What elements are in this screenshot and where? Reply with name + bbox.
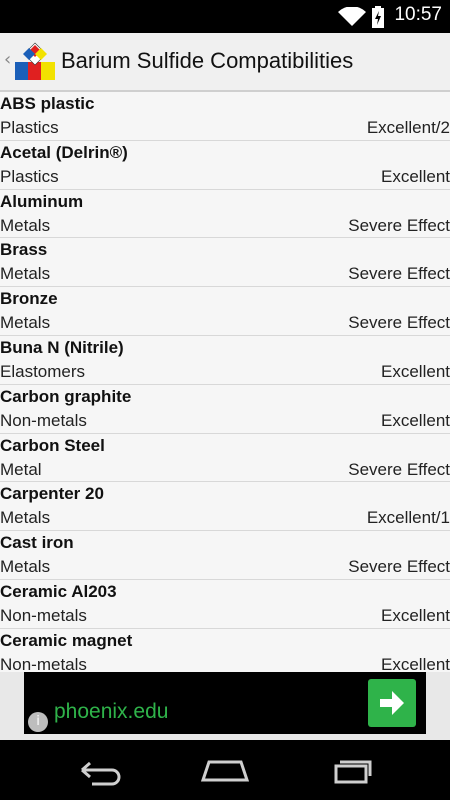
material-category: Metals <box>0 215 51 235</box>
compatibility-rating: Excellent <box>381 166 450 186</box>
nav-back-icon[interactable] <box>72 754 128 788</box>
list-item[interactable]: ABS plastic Plastics Excellent/2 <box>0 92 450 141</box>
compatibility-list[interactable]: ABS plastic Plastics Excellent/2 Acetal (De… <box>0 92 450 672</box>
material-category: Non-metals <box>0 410 87 430</box>
list-item[interactable]: Buna N (Nitrile) Elastomers Excellent <box>0 336 450 385</box>
material-name: ABS plastic <box>0 94 95 113</box>
material-name: Acetal (Delrin®) <box>0 142 128 162</box>
compatibility-rating: Excellent <box>381 361 450 381</box>
list-item[interactable]: Ceramic magnet Non-metals Excellent <box>0 629 450 672</box>
compatibility-rating: Severe Effect <box>348 215 450 235</box>
list-item[interactable]: Bronze Metals Severe Effect <box>0 287 450 336</box>
material-category: Elastomers <box>0 361 86 381</box>
material-category: Plastics <box>0 166 59 186</box>
back-chevron-icon[interactable]: ‹ <box>4 49 11 70</box>
material-category: Metals <box>0 264 51 284</box>
material-category: Plastics <box>0 118 59 137</box>
compatibility-rating: Excellent <box>381 410 450 430</box>
navigation-bar <box>0 740 450 800</box>
material-name: Bronze <box>0 289 58 309</box>
material-name: Carbon graphite <box>0 386 132 406</box>
material-category: Non-metals <box>0 605 87 625</box>
battery-charging-icon <box>372 6 384 28</box>
nav-home-icon[interactable] <box>197 754 253 788</box>
ad-info-icon[interactable]: i <box>28 712 48 732</box>
list-item[interactable]: Cast iron Metals Severe Effect <box>0 531 450 580</box>
status-bar: 10:57 <box>0 0 450 33</box>
nav-recents-icon[interactable] <box>322 754 378 788</box>
status-time: 10:57 <box>394 4 442 25</box>
list-item[interactable]: Carbon graphite Non-metals Excellent <box>0 385 450 434</box>
material-category: Metals <box>0 313 51 333</box>
list-item[interactable]: Acetal (Delrin®) Plastics Excellent <box>0 141 450 190</box>
hazard-diamond-app-icon[interactable] <box>15 42 55 82</box>
material-category: Non-metals <box>0 654 87 672</box>
material-name: Ceramic Al203 <box>0 581 117 601</box>
action-bar: ‹ Barium Sulfide Compatibilities <box>0 33 450 92</box>
compatibility-rating: Severe Effect <box>348 557 450 577</box>
material-name: Cast iron <box>0 533 74 553</box>
material-category: Metal <box>0 459 42 479</box>
wifi-icon <box>338 7 366 26</box>
material-category: Metals <box>0 557 51 577</box>
compatibility-rating: Excellent <box>381 605 450 625</box>
material-name: Brass <box>0 240 48 260</box>
material-name: Buna N (Nitrile) <box>0 337 124 357</box>
list-item[interactable]: Carbon Steel Metal Severe Effect <box>0 434 450 483</box>
compatibility-rating: Severe Effect <box>348 264 450 284</box>
list-item[interactable]: Aluminum Metals Severe Effect <box>0 190 450 239</box>
material-name: Aluminum <box>0 191 84 211</box>
compatibility-rating: Severe Effect <box>348 313 450 333</box>
list-item[interactable]: Ceramic Al203 Non-metals Excellent <box>0 580 450 629</box>
compatibility-rating: Excellent/1 <box>366 508 450 528</box>
material-name: Carbon Steel <box>0 435 105 455</box>
arrow-right-icon[interactable] <box>368 679 416 727</box>
compatibility-rating: Excellent <box>381 654 450 672</box>
ad-content[interactable]: phoenix.edu <box>24 672 426 734</box>
material-name: Ceramic magnet <box>0 630 133 650</box>
material-name: Carpenter 20 <box>0 484 104 504</box>
page-title: Barium Sulfide Compatibilities <box>61 48 354 73</box>
ad-banner[interactable]: phoenix.edu i <box>0 672 450 740</box>
compatibility-rating: Severe Effect <box>348 459 450 479</box>
list-item[interactable]: Carpenter 20 Metals Excellent/1 <box>0 482 450 532</box>
list-item[interactable]: Brass Metals Severe Effect <box>0 238 450 288</box>
compatibility-rating: Excellent/2 <box>366 118 450 137</box>
material-category: Metals <box>0 508 51 528</box>
ad-url[interactable]: phoenix.edu <box>54 700 168 724</box>
